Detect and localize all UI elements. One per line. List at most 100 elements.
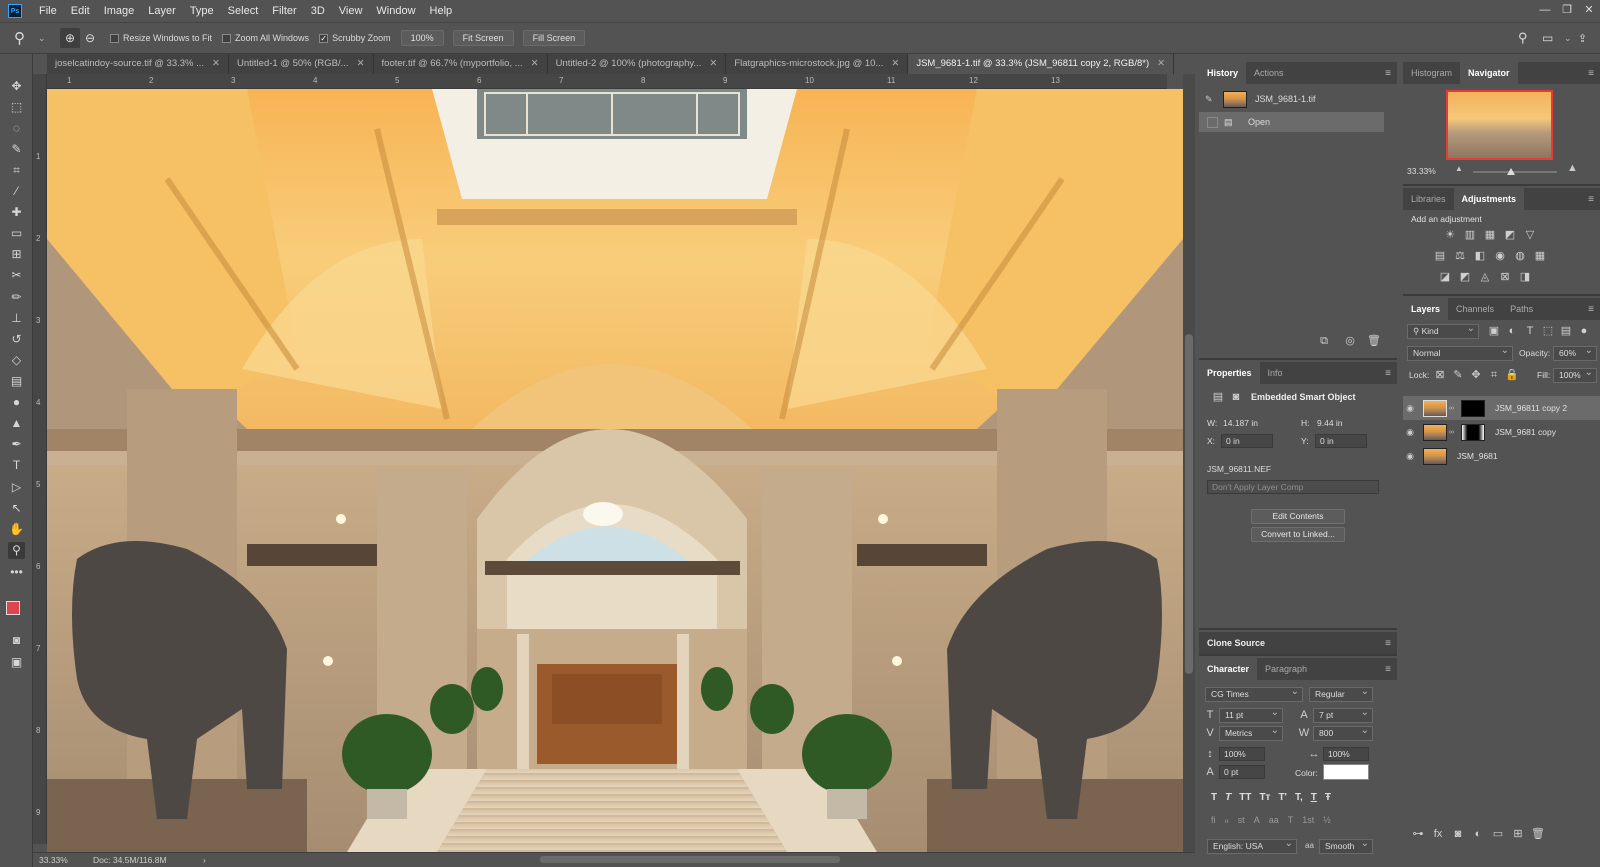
menu-type[interactable]: Type <box>183 0 221 22</box>
document-canvas[interactable] <box>47 89 1183 852</box>
scissors-tool-icon[interactable]: ✂ <box>8 267 25 284</box>
gradient-map-icon[interactable]: ◨ <box>1518 270 1532 284</box>
vibrance-icon[interactable]: ▽ <box>1523 228 1537 242</box>
eyedropper-tool-icon[interactable]: ⁄ <box>8 183 25 200</box>
faux-italic-button[interactable]: T <box>1225 792 1231 803</box>
frame-tool-icon[interactable]: ⊞ <box>8 246 25 263</box>
delete-layer-icon[interactable]: 🗑 <box>1531 827 1545 841</box>
stamp-tool-icon[interactable]: ⊥ <box>8 310 25 327</box>
panel-menu-icon[interactable]: ≡ <box>1385 68 1391 79</box>
tab-histogram[interactable]: Histogram <box>1403 62 1460 84</box>
mask-properties-icon[interactable]: ◙ <box>1229 390 1243 404</box>
new-adjustment-layer-icon[interactable]: ◐ <box>1471 827 1485 841</box>
menu-view[interactable]: View <box>332 0 370 22</box>
vertical-scrollbar[interactable] <box>1183 74 1195 852</box>
tab-properties[interactable]: Properties <box>1199 362 1260 384</box>
zoom-in-large-icon[interactable]: ▲ <box>1567 162 1578 174</box>
zoom-100-button[interactable]: 100% <box>400 30 444 46</box>
menu-window[interactable]: Window <box>369 0 422 22</box>
delete-state-icon[interactable]: 🗑 <box>1367 334 1381 348</box>
hand-tool-icon[interactable]: ✋ <box>8 521 25 538</box>
new-group-icon[interactable]: ▭ <box>1491 827 1505 841</box>
shape-tool-icon[interactable]: ↖ <box>8 500 25 517</box>
font-family-select[interactable]: CG Times <box>1205 685 1303 702</box>
layer-filter-kind-select[interactable]: ⚲ Kind <box>1407 322 1479 339</box>
layer-row[interactable]: ◉ JSM_9681 <box>1403 444 1600 468</box>
restore-button[interactable]: ❐ <box>1556 0 1578 22</box>
gradient-tool-icon[interactable]: ▤ <box>8 373 25 390</box>
navigator-zoom-slider[interactable] <box>1473 171 1557 173</box>
layer-row[interactable]: ◉ ∞ JSM_9681 copy <box>1403 420 1600 444</box>
layer-mask-thumbnail[interactable] <box>1461 399 1485 417</box>
ruler-tool-icon[interactable]: ▭ <box>8 225 25 242</box>
doc-tab[interactable]: Untitled-2 @ 100% (photography... ✕ <box>548 54 727 74</box>
layer-comp-select[interactable]: Don't Apply Layer Comp <box>1207 480 1379 494</box>
color-balance-icon[interactable]: ⚖ <box>1453 249 1467 263</box>
tracking-select[interactable]: 800 <box>1313 724 1373 741</box>
lock-artboard-icon[interactable]: ⌗ <box>1487 368 1501 382</box>
history-brush-tool-icon[interactable]: ↺ <box>8 331 25 348</box>
horizontal-scale-input[interactable]: 100% <box>1323 747 1369 761</box>
ordinals-button[interactable]: 1st <box>1302 815 1314 826</box>
link-layers-icon[interactable]: ⊶ <box>1411 827 1425 841</box>
navigator-slider-handle[interactable] <box>1507 168 1515 175</box>
filter-adjustment-icon[interactable]: ◐ <box>1505 324 1519 338</box>
height-value[interactable]: 9.44 in <box>1317 418 1343 428</box>
panel-menu-icon[interactable]: ≡ <box>1385 368 1391 379</box>
menu-edit[interactable]: Edit <box>64 0 97 22</box>
panel-menu-icon[interactable]: ≡ <box>1588 304 1594 315</box>
titling-button[interactable]: T <box>1288 815 1294 826</box>
levels-icon[interactable]: ▥ <box>1463 228 1477 242</box>
doc-tab[interactable]: Untitled-1 @ 50% (RGB/... ✕ <box>229 54 374 74</box>
channel-mixer-icon[interactable]: ◍ <box>1513 249 1527 263</box>
tab-paragraph[interactable]: Paragraph <box>1257 658 1315 680</box>
filter-shape-icon[interactable]: ⬚ <box>1541 324 1555 338</box>
fractions-button[interactable]: ½ <box>1323 815 1331 826</box>
curves-icon[interactable]: ▦ <box>1483 228 1497 242</box>
brightness-contrast-icon[interactable]: ☀ <box>1443 228 1457 242</box>
workspace-icon[interactable]: ▭ <box>1542 31 1564 45</box>
visibility-eye-icon[interactable]: ◉ <box>1403 451 1417 462</box>
tab-navigator[interactable]: Navigator <box>1460 62 1518 84</box>
font-style-select[interactable]: Regular <box>1309 685 1373 702</box>
resize-windows-checkbox[interactable]: Resize Windows to Fit <box>110 33 212 43</box>
tab-layers[interactable]: Layers <box>1403 298 1449 320</box>
layer-name[interactable]: JSM_9681 copy <box>1495 427 1556 437</box>
zoom-all-windows-checkbox[interactable]: Zoom All Windows <box>222 33 309 43</box>
zoom-out-icon[interactable]: ⊖ <box>80 31 100 45</box>
marquee-tool-icon[interactable]: ⬚ <box>8 99 25 116</box>
close-window-button[interactable]: ✕ <box>1578 0 1600 22</box>
foreground-color-swatch[interactable] <box>6 601 20 615</box>
eraser-tool-icon[interactable]: ◇ <box>8 352 25 369</box>
layer-name[interactable]: JSM_9681 <box>1457 451 1498 461</box>
faux-bold-button[interactable]: T <box>1211 792 1217 803</box>
lock-all-icon[interactable]: 🔒 <box>1505 368 1519 382</box>
tab-libraries[interactable]: Libraries <box>1403 188 1454 210</box>
selective-color-icon[interactable]: ⊠ <box>1498 270 1512 284</box>
stylistic-alternates-button[interactable]: aa <box>1269 815 1279 826</box>
vertical-scroll-thumb[interactable] <box>1185 334 1193 674</box>
history-snapshot[interactable]: ✎ JSM_9681-1.tif <box>1205 88 1389 110</box>
threshold-icon[interactable]: ◬ <box>1478 270 1492 284</box>
strikethrough-button[interactable]: Ŧ <box>1325 792 1331 803</box>
new-document-from-state-icon[interactable]: ⧉ <box>1317 334 1331 348</box>
add-mask-icon[interactable]: ◙ <box>1451 827 1465 841</box>
layer-style-fx-icon[interactable]: fx <box>1431 827 1445 841</box>
edit-contents-button[interactable]: Edit Contents <box>1251 509 1345 524</box>
width-value[interactable]: 14.187 in <box>1223 418 1258 428</box>
color-lookup-icon[interactable]: ▦ <box>1533 249 1547 263</box>
tab-history[interactable]: History <box>1199 62 1247 84</box>
workspace-chevron-icon[interactable]: ⌄ <box>1564 33 1578 44</box>
blur-tool-icon[interactable]: ● <box>8 394 25 411</box>
share-icon[interactable]: ⇪ <box>1578 32 1600 45</box>
all-caps-button[interactable]: TT <box>1239 792 1251 803</box>
text-color-swatch[interactable] <box>1323 764 1369 780</box>
minimize-button[interactable]: — <box>1534 0 1556 22</box>
type-tool-icon[interactable]: T <box>8 457 25 474</box>
doc-tab-active[interactable]: JSM_9681-1.tif @ 33.3% (JSM_96811 copy 2… <box>908 54 1175 74</box>
tab-paths[interactable]: Paths <box>1502 298 1541 320</box>
kerning-select[interactable]: Metrics <box>1219 724 1283 741</box>
fill-input[interactable]: 100% <box>1553 366 1597 383</box>
filter-toggle-icon[interactable]: ● <box>1577 324 1591 338</box>
scrubby-zoom-checkbox[interactable]: ✓ Scrubby Zoom <box>319 33 391 43</box>
